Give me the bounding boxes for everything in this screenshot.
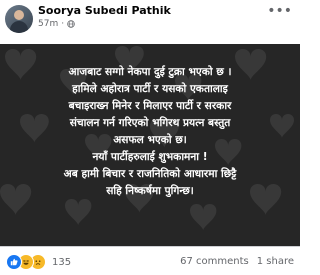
avatar[interactable] (5, 5, 33, 33)
globe-icon[interactable] (67, 20, 75, 28)
post-text-line: संचालन गर्न गरिएको भगिरथ प्रयत्न बस्तुत (69, 117, 231, 129)
post-text-line: अब हामी बिचार र राजनितिको आधारमा छिट्टै (63, 168, 237, 180)
post-text-line: आजबाट सग्गो नेकपा दुई टुक्रा भएको छ । (68, 66, 232, 78)
more-options-icon[interactable]: ••• (267, 4, 292, 18)
author-name[interactable]: Soorya Subedi Pathik (38, 4, 171, 17)
reactions-summary[interactable]: 135 (6, 254, 71, 270)
avatar-body (10, 21, 28, 33)
meta-separator: · (61, 19, 65, 29)
post-stats: 67 comments 1 share (180, 256, 294, 267)
post-footer: 135 67 comments 1 share (0, 246, 300, 275)
post-header: Soorya Subedi Pathik 57m · ••• (0, 0, 300, 44)
post-text-line: बचाइराख्न मिनेर र मिलाएर पार्टी र सरकार (68, 100, 232, 112)
post-meta: 57m · (38, 19, 75, 29)
post-text: आजबाट सग्गो नेकपा दुई टुक्रा भएको छ । हा… (0, 64, 300, 200)
reaction-count[interactable]: 135 (52, 257, 71, 268)
post-text-line: असफल भएको छ। (113, 134, 187, 146)
post-text-line: सहि निष्कर्षमा पुगिन्छ। (106, 185, 194, 197)
post-image[interactable]: आजबाट सग्गो नेकपा दुई टुक्रा भएको छ । हा… (0, 44, 300, 246)
facebook-post: Soorya Subedi Pathik 57m · ••• आजबाट सग्… (0, 0, 300, 275)
like-icon (6, 254, 22, 270)
post-text-line: नयाँ पार्टीहरुलाई शुभकामना ! (92, 151, 208, 163)
shares-count[interactable]: 1 share (257, 256, 294, 267)
post-time[interactable]: 57m (38, 19, 58, 29)
comments-count[interactable]: 67 comments (180, 256, 249, 267)
avatar-head (14, 10, 24, 20)
post-text-line: हामिले अहोरात्र पार्टी र यसको एकतालाइ (72, 83, 228, 95)
